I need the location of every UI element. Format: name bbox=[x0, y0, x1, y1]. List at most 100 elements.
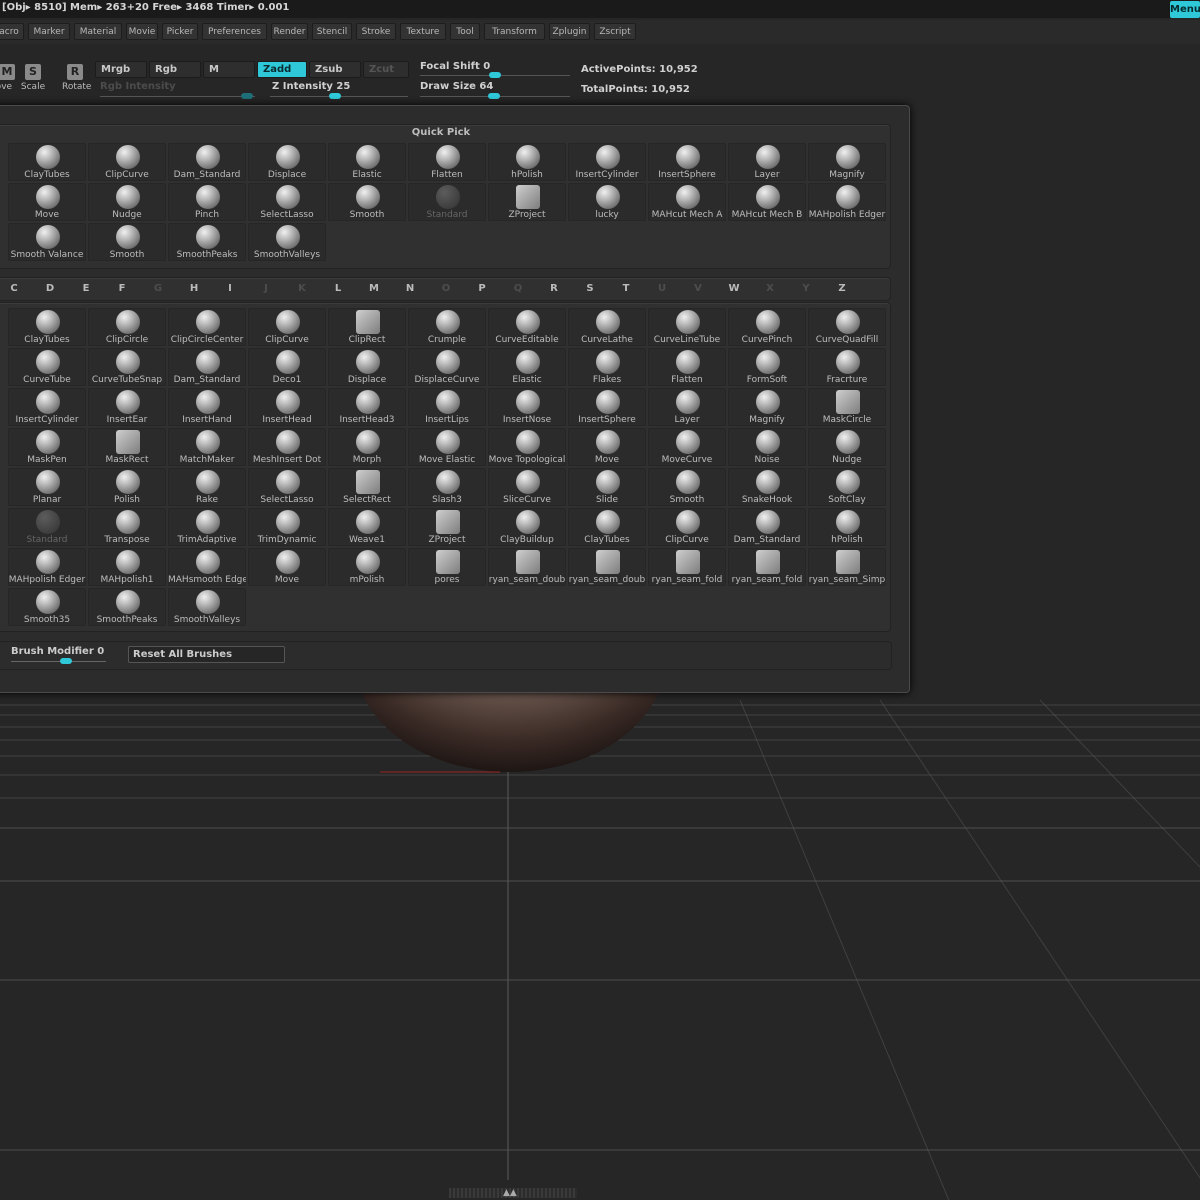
brush-item[interactable]: ClipCurve bbox=[248, 308, 326, 346]
brush-item[interactable]: SmoothValleys bbox=[168, 588, 246, 626]
alpha-filter-o[interactable]: O bbox=[436, 283, 456, 294]
brush-item[interactable]: ZProject bbox=[488, 183, 566, 221]
brush-item[interactable]: ryan_seam_fold bbox=[728, 548, 806, 586]
brush-item[interactable]: Elastic bbox=[488, 348, 566, 386]
brush-item[interactable]: Noise bbox=[728, 428, 806, 466]
alpha-filter-m[interactable]: M bbox=[364, 283, 384, 294]
alpha-filter-u[interactable]: U bbox=[652, 283, 672, 294]
brush-item[interactable]: SelectRect bbox=[328, 468, 406, 506]
brush-item[interactable]: Standard bbox=[8, 508, 86, 546]
alpha-filter-i[interactable]: I bbox=[220, 283, 240, 294]
brush-item[interactable]: FormSoft bbox=[728, 348, 806, 386]
brush-item[interactable]: Flatten bbox=[648, 348, 726, 386]
brush-item[interactable]: MaskPen bbox=[8, 428, 86, 466]
brush-item[interactable]: MAHsmooth Edge bbox=[168, 548, 246, 586]
brush-item[interactable]: Smooth bbox=[328, 183, 406, 221]
brush-item[interactable]: InsertSphere bbox=[648, 143, 726, 181]
brush-item[interactable]: CurveEditable bbox=[488, 308, 566, 346]
brush-item[interactable]: hPolish bbox=[808, 508, 886, 546]
brush-item[interactable]: SnakeHook bbox=[728, 468, 806, 506]
brush-item[interactable]: ryan_seam_Simp bbox=[808, 548, 886, 586]
brush-item[interactable]: CurvePinch bbox=[728, 308, 806, 346]
brush-item[interactable]: Nudge bbox=[808, 428, 886, 466]
menu-acro[interactable]: acro bbox=[0, 23, 24, 40]
menu-transform[interactable]: Transform bbox=[484, 23, 545, 40]
brush-item[interactable]: Slash3 bbox=[408, 468, 486, 506]
brush-item[interactable]: ClipCircle bbox=[88, 308, 166, 346]
brush-item[interactable]: SmoothPeaks bbox=[168, 223, 246, 261]
alpha-filter-l[interactable]: L bbox=[328, 283, 348, 294]
brush-modifier-slider[interactable] bbox=[11, 661, 106, 662]
alpha-filter-j[interactable]: J bbox=[256, 283, 276, 294]
alpha-filter-p[interactable]: P bbox=[472, 283, 492, 294]
alpha-filter-n[interactable]: N bbox=[400, 283, 420, 294]
zadd-button[interactable]: Zadd bbox=[257, 61, 307, 78]
brush-item[interactable]: pores bbox=[408, 548, 486, 586]
brush-item[interactable]: MAHcut Mech B bbox=[728, 183, 806, 221]
menu-movie[interactable]: Movie bbox=[126, 23, 158, 40]
menu-render[interactable]: Render bbox=[271, 23, 308, 40]
alpha-filter-f[interactable]: F bbox=[112, 283, 132, 294]
brush-item[interactable]: SmoothValleys bbox=[248, 223, 326, 261]
alpha-filter-z[interactable]: Z bbox=[832, 283, 852, 294]
brush-item[interactable]: lucky bbox=[568, 183, 646, 221]
brush-item[interactable]: CurveLathe bbox=[568, 308, 646, 346]
brush-item[interactable]: MoveCurve bbox=[648, 428, 726, 466]
alpha-filter-d[interactable]: D bbox=[40, 283, 60, 294]
alpha-filter-v[interactable]: V bbox=[688, 283, 708, 294]
brush-item[interactable]: InsertHand bbox=[168, 388, 246, 426]
brush-item[interactable]: SmoothPeaks bbox=[88, 588, 166, 626]
brush-item[interactable]: Elastic bbox=[328, 143, 406, 181]
brush-item[interactable]: ClayTubes bbox=[568, 508, 646, 546]
brush-item[interactable]: ClayBuildup bbox=[488, 508, 566, 546]
brush-item[interactable]: InsertHead bbox=[248, 388, 326, 426]
menu-tool[interactable]: Tool bbox=[450, 23, 480, 40]
brush-item[interactable]: InsertSphere bbox=[568, 388, 646, 426]
brush-item[interactable]: InsertEar bbox=[88, 388, 166, 426]
brush-item[interactable]: Flatten bbox=[408, 143, 486, 181]
brush-item[interactable]: InsertNose bbox=[488, 388, 566, 426]
brush-item[interactable]: MeshInsert Dot bbox=[248, 428, 326, 466]
brush-item[interactable]: mPolish bbox=[328, 548, 406, 586]
brush-item[interactable]: Dam_Standard bbox=[168, 143, 246, 181]
rgb-button[interactable]: Rgb bbox=[149, 61, 201, 78]
brush-item[interactable]: SoftClay bbox=[808, 468, 886, 506]
brush-item[interactable]: Rake bbox=[168, 468, 246, 506]
brush-item[interactable]: ClipCircleCenter bbox=[168, 308, 246, 346]
brush-item[interactable]: Layer bbox=[728, 143, 806, 181]
brush-item[interactable]: Slide bbox=[568, 468, 646, 506]
reset-all-brushes-button[interactable]: Reset All Brushes bbox=[128, 646, 285, 663]
brush-item[interactable]: Planar bbox=[8, 468, 86, 506]
brush-item[interactable]: MAHpolish Edger bbox=[808, 183, 886, 221]
brush-item[interactable]: Flakes bbox=[568, 348, 646, 386]
rotate-tool-button[interactable]: R Rotate bbox=[62, 64, 91, 100]
brush-item[interactable]: MatchMaker bbox=[168, 428, 246, 466]
brush-item[interactable]: InsertCylinder bbox=[568, 143, 646, 181]
brush-item[interactable]: TrimDynamic bbox=[248, 508, 326, 546]
brush-item[interactable]: hPolish bbox=[488, 143, 566, 181]
brush-item[interactable]: ClipCurve bbox=[648, 508, 726, 546]
menu-stroke[interactable]: Stroke bbox=[356, 23, 396, 40]
brush-item[interactable]: MAHpolish Edger bbox=[8, 548, 86, 586]
alpha-filter-t[interactable]: T bbox=[616, 283, 636, 294]
brush-item[interactable]: CurveTubeSnap bbox=[88, 348, 166, 386]
brush-item[interactable]: ClipCurve bbox=[88, 143, 166, 181]
brush-item[interactable]: Morph bbox=[328, 428, 406, 466]
brush-item[interactable]: SliceCurve bbox=[488, 468, 566, 506]
alpha-filter-q[interactable]: Q bbox=[508, 283, 528, 294]
alpha-filter-y[interactable]: Y bbox=[796, 283, 816, 294]
brush-item[interactable]: SelectLasso bbox=[248, 468, 326, 506]
brush-item[interactable]: ZProject bbox=[408, 508, 486, 546]
brush-item[interactable]: Transpose bbox=[88, 508, 166, 546]
brush-item[interactable]: MAHcut Mech A bbox=[648, 183, 726, 221]
brush-item[interactable]: Standard bbox=[408, 183, 486, 221]
draw-size-knob[interactable] bbox=[488, 93, 500, 99]
menu-stencil[interactable]: Stencil bbox=[312, 23, 352, 40]
brush-item[interactable]: Nudge bbox=[88, 183, 166, 221]
brush-item[interactable]: Smooth35 bbox=[8, 588, 86, 626]
alpha-filter-w[interactable]: W bbox=[724, 283, 744, 294]
brush-item[interactable]: CurveLineTube bbox=[648, 308, 726, 346]
zsub-button[interactable]: Zsub bbox=[309, 61, 361, 78]
brush-item[interactable]: Magnify bbox=[728, 388, 806, 426]
menu-texture[interactable]: Texture bbox=[400, 23, 446, 40]
